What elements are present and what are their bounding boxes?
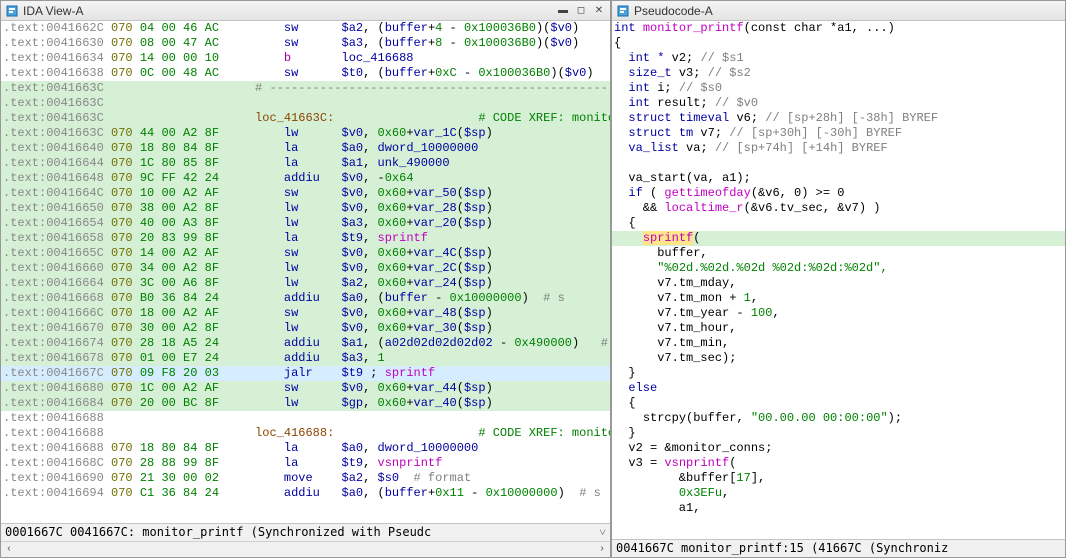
pc-line[interactable]: v7.tm_year - 100,	[612, 306, 1065, 321]
asm-line[interactable]: .text:0041667C 070 09 F8 20 03 jalr $t9 …	[1, 366, 610, 381]
pc-highlighted-call[interactable]: sprintf(	[612, 231, 1065, 246]
asm-line[interactable]: .text:00416684 070 20 00 BC 8F lw $gp, 0…	[1, 396, 610, 411]
pc-decl[interactable]: int monitor_printf(const char *a1, ...)	[612, 21, 1065, 36]
pc-line[interactable]: v3 = vsnprintf(	[612, 456, 1065, 471]
pseudocode-app-icon	[616, 4, 630, 18]
pc-vardecl[interactable]: va_list va; // [sp+74h] [+14h] BYREF	[612, 141, 1065, 156]
minimize-icon[interactable]: ▬	[556, 4, 570, 18]
close-icon[interactable]: ✕	[592, 4, 606, 18]
asm-line[interactable]: .text:00416688 loc_416688: # CODE XREF: …	[1, 426, 610, 441]
pc-line[interactable]: 0x3EFu,	[612, 486, 1065, 501]
split-container: IDA View-A ▬ ◻ ✕ .text:0041662C 070 04 0…	[0, 0, 1066, 558]
scroll-down-icon[interactable]: ˅	[599, 525, 606, 540]
asm-line[interactable]: .text:0041663C	[1, 96, 610, 111]
pc-line[interactable]: v7.tm_sec);	[612, 351, 1065, 366]
pc-line[interactable]: v7.tm_mday,	[612, 276, 1065, 291]
asm-line[interactable]: .text:00416688 070 18 80 84 8F la $a0, d…	[1, 441, 610, 456]
pc-line[interactable]: }	[612, 426, 1065, 441]
pc-line[interactable]: v2 = &monitor_conns;	[612, 441, 1065, 456]
asm-line[interactable]: .text:00416630 070 08 00 47 AC sw $a3, (…	[1, 36, 610, 51]
pc-line[interactable]: v7.tm_mon + 1,	[612, 291, 1065, 306]
pc-line[interactable]: }	[612, 366, 1065, 381]
asm-line[interactable]: .text:00416660 070 34 00 A2 8F lw $v0, 0…	[1, 261, 610, 276]
asm-line[interactable]: .text:0041663C loc_41663C: # CODE XREF: …	[1, 111, 610, 126]
pc-line[interactable]: a1,	[612, 501, 1065, 516]
pseudocode-listing[interactable]: int monitor_printf(const char *a1, ...){…	[612, 21, 1065, 539]
pc-line[interactable]: &buffer[17],	[612, 471, 1065, 486]
pseudocode-statusbar: 0041667C monitor_printf:15 (41667C (Sync…	[612, 539, 1065, 557]
asm-line[interactable]: .text:00416644 070 1C 80 85 8F la $a1, u…	[1, 156, 610, 171]
ida-status-text: 0001667C 0041667C: monitor_printf (Synch…	[5, 525, 431, 539]
pc-line[interactable]	[612, 156, 1065, 171]
pc-vardecl[interactable]: size_t v3; // $s2	[612, 66, 1065, 81]
asm-line[interactable]: .text:0041665C 070 14 00 A2 AF sw $v0, 0…	[1, 246, 610, 261]
pc-line[interactable]: {	[612, 36, 1065, 51]
scroll-left-icon[interactable]: ‹	[1, 542, 17, 558]
pc-vardecl[interactable]: int * v2; // $s1	[612, 51, 1065, 66]
pc-line[interactable]: {	[612, 216, 1065, 231]
asm-line[interactable]: .text:00416694 070 C1 36 84 24 addiu $a0…	[1, 486, 610, 501]
asm-line[interactable]: .text:0041664C 070 10 00 A2 AF sw $v0, 0…	[1, 186, 610, 201]
scroll-right-icon[interactable]: ›	[594, 542, 610, 558]
asm-line[interactable]: .text:00416654 070 40 00 A3 8F lw $a3, 0…	[1, 216, 610, 231]
asm-line[interactable]: .text:00416690 070 21 30 00 02 move $a2,…	[1, 471, 610, 486]
pc-line[interactable]: strcpy(buffer, "00.00.00 00:00:00");	[612, 411, 1065, 426]
asm-line[interactable]: .text:00416658 070 20 83 99 8F la $t9, s…	[1, 231, 610, 246]
asm-line[interactable]: .text:0041666C 070 18 00 A2 AF sw $v0, 0…	[1, 306, 610, 321]
pc-line[interactable]: v7.tm_min,	[612, 336, 1065, 351]
asm-line[interactable]: .text:00416674 070 28 18 A5 24 addiu $a1…	[1, 336, 610, 351]
ida-app-icon	[5, 4, 19, 18]
asm-line[interactable]: .text:00416688	[1, 411, 610, 426]
asm-line[interactable]: .text:00416638 070 0C 00 48 AC sw $t0, (…	[1, 66, 610, 81]
pc-line[interactable]: "%02d.%02d.%02d %02d:%02d:%02d",	[612, 261, 1065, 276]
pseudocode-title: Pseudocode-A	[634, 4, 1061, 18]
asm-line[interactable]: .text:00416670 070 30 00 A2 8F lw $v0, 0…	[1, 321, 610, 336]
asm-line[interactable]: .text:0041663C # -----------------------…	[1, 81, 610, 96]
asm-line[interactable]: .text:00416668 070 B0 36 84 24 addiu $a0…	[1, 291, 610, 306]
pc-vardecl[interactable]: struct tm v7; // [sp+30h] [-30h] BYREF	[612, 126, 1065, 141]
pc-line[interactable]: buffer,	[612, 246, 1065, 261]
asm-line[interactable]: .text:00416664 070 3C 00 A6 8F lw $a2, 0…	[1, 276, 610, 291]
pc-line[interactable]: else	[612, 381, 1065, 396]
asm-line[interactable]: .text:00416680 070 1C 00 A2 AF sw $v0, 0…	[1, 381, 610, 396]
pseudocode-status-text: 0041667C monitor_printf:15 (41667C (Sync…	[616, 541, 948, 555]
pc-vardecl[interactable]: int result; // $v0	[612, 96, 1065, 111]
asm-line[interactable]: .text:00416650 070 38 00 A2 8F lw $v0, 0…	[1, 201, 610, 216]
pseudocode-titlebar[interactable]: Pseudocode-A	[612, 1, 1065, 21]
ida-view-title: IDA View-A	[23, 4, 552, 18]
asm-line[interactable]: .text:00416640 070 18 80 84 8F la $a0, d…	[1, 141, 610, 156]
pc-line[interactable]: va_start(va, a1);	[612, 171, 1065, 186]
asm-line[interactable]: .text:0041663C 070 44 00 A2 8F lw $v0, 0…	[1, 126, 610, 141]
asm-line[interactable]: .text:00416634 070 14 00 00 10 b loc_416…	[1, 51, 610, 66]
pc-line[interactable]: {	[612, 396, 1065, 411]
ida-view-titlebar[interactable]: IDA View-A ▬ ◻ ✕	[1, 1, 610, 21]
pc-line[interactable]: v7.tm_hour,	[612, 321, 1065, 336]
ida-view-pane: IDA View-A ▬ ◻ ✕ .text:0041662C 070 04 0…	[0, 0, 611, 558]
pc-line[interactable]: && localtime_r(&v6.tv_sec, &v7) )	[612, 201, 1065, 216]
asm-line[interactable]: .text:00416678 070 01 00 E7 24 addiu $a3…	[1, 351, 610, 366]
disassembly-listing[interactable]: .text:0041662C 070 04 00 46 AC sw $a2, (…	[1, 21, 610, 523]
asm-line[interactable]: .text:00416648 070 9C FF 42 24 addiu $v0…	[1, 171, 610, 186]
asm-line[interactable]: .text:0041668C 070 28 88 99 8F la $t9, v…	[1, 456, 610, 471]
pc-vardecl[interactable]: struct timeval v6; // [sp+28h] [-38h] BY…	[612, 111, 1065, 126]
pseudocode-pane: Pseudocode-A int monitor_printf(const ch…	[611, 0, 1066, 558]
ida-view-statusbar: 0001667C 0041667C: monitor_printf (Synch…	[1, 523, 610, 541]
maximize-icon[interactable]: ◻	[574, 4, 588, 18]
horizontal-scrollbar[interactable]: ‹ ›	[1, 541, 610, 557]
asm-line[interactable]: .text:0041662C 070 04 00 46 AC sw $a2, (…	[1, 21, 610, 36]
pc-line[interactable]: if ( gettimeofday(&v6, 0) >= 0	[612, 186, 1065, 201]
pc-vardecl[interactable]: int i; // $s0	[612, 81, 1065, 96]
